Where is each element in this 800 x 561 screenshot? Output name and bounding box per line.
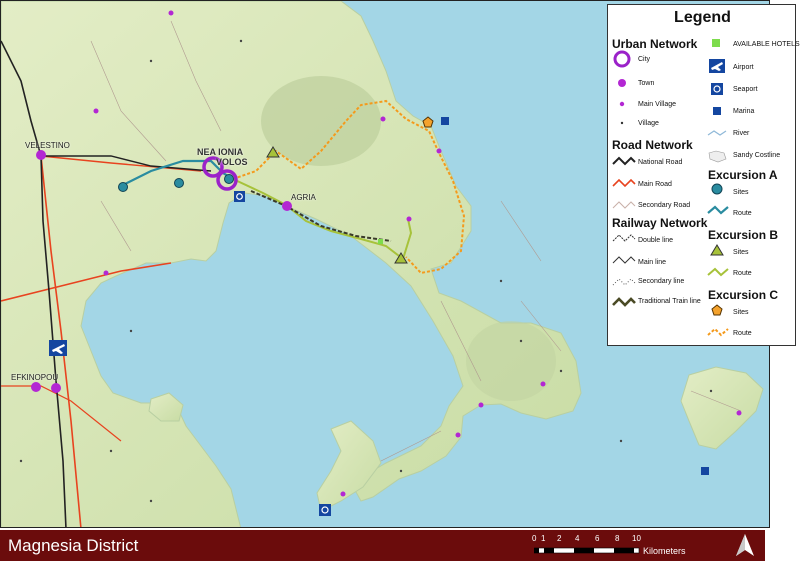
scale-tick: 6: [595, 534, 600, 543]
legend-item-main-village: Main Village: [638, 101, 677, 108]
label-agria: AGRIA: [291, 193, 316, 202]
urban-legend-icons: [613, 50, 631, 125]
town-marker: [282, 201, 292, 211]
legend-item-sandy-costline: Sandy Costline: [733, 152, 781, 159]
scale-bar: 0 1 2 4 6 8 10 Kilometers: [530, 534, 690, 558]
legend-item-main-road: Main Road: [638, 181, 672, 188]
scale-tick: 1: [541, 534, 546, 543]
legend-excursion-c: Excursion C: [708, 288, 779, 302]
excursion-c-icons: [707, 304, 729, 337]
island-east: [680, 366, 764, 450]
scale-tick: 10: [632, 534, 641, 543]
legend-title: Legend: [674, 9, 731, 26]
legend-item-river: River: [733, 130, 750, 137]
town-marker: [51, 383, 61, 393]
legend-item-excursion-c-sites: Sites: [733, 309, 749, 316]
legend-item-marina: Marina: [733, 108, 755, 115]
label-efkinopou: EFKINOPOU: [11, 373, 59, 382]
legend-item-excursion-a-route: Route: [733, 210, 752, 217]
legend-item-town: Town: [638, 80, 655, 87]
town-marker: [31, 382, 41, 392]
scale-bar-graphic: [534, 547, 640, 554]
legend-excursion-a: Excursion A: [708, 168, 778, 182]
site-a-marker: [118, 182, 128, 192]
footer-bar: Magnesia District 0 1 2 4 6 8 10 Kilomet…: [0, 530, 765, 561]
legend-item-excursion-b-route: Route: [733, 270, 752, 277]
scale-unit: Kilometers: [643, 546, 686, 556]
railway-legend-icons: [612, 234, 636, 307]
map-title: Magnesia District: [8, 536, 139, 555]
scale-tick: 4: [575, 534, 580, 543]
scale-tick: 0: [532, 534, 537, 543]
legend-item-village: Village: [638, 120, 659, 127]
site-c-marker: [422, 116, 434, 128]
misc-legend-icons: [707, 39, 727, 163]
label-velestino: VELESTINO: [25, 141, 70, 150]
legend-item-secondary-road: Secondary Road: [638, 202, 691, 209]
site-a-marker: [224, 174, 234, 184]
seaport-icon: [234, 191, 245, 202]
legend-item-excursion-c-route: Route: [733, 330, 752, 337]
legend-item-airport: Airport: [733, 64, 754, 71]
mountain-shade-south: [466, 321, 556, 401]
marina-icon: [441, 117, 449, 125]
legend-item-traditional-train-line: Traditional Train line: [638, 298, 701, 305]
legend-item-available-hotels: AVAILABLE HOTELS: [733, 41, 800, 48]
legend-item-excursion-b-sites: Sites: [733, 249, 749, 256]
legend-item-seaport: Seaport: [733, 86, 758, 93]
map-frame: NEA IONIA VOLOS VELESTINO EFKINOPOU AGRI…: [0, 0, 800, 561]
label-nea-ionia: NEA IONIA: [197, 147, 244, 157]
road-legend-icons: [612, 156, 636, 209]
legend-item-national-road: National Road: [638, 159, 683, 166]
legend-item-secondary-line: Secondary line: [638, 278, 685, 285]
seaport-icon: [319, 504, 331, 516]
legend-excursion-b: Excursion B: [708, 228, 779, 242]
label-volos: VOLOS: [216, 157, 248, 167]
legend-item-excursion-a-sites: Sites: [733, 189, 749, 196]
site-a-marker: [174, 178, 184, 188]
mainland: [1, 1, 582, 527]
legend-item-main-line: Main line: [638, 259, 667, 266]
town-marker: [36, 150, 46, 160]
scale-tick: 8: [615, 534, 620, 543]
excursion-a-icons: [707, 183, 729, 215]
hotel-marker: [378, 239, 383, 244]
marina-icon: [701, 467, 709, 475]
legend-item-city: City: [638, 56, 651, 63]
scale-tick: 2: [557, 534, 562, 543]
legend-panel: Legend Urban Network City Town Main Vill…: [607, 4, 800, 346]
north-arrow-icon: [732, 532, 758, 558]
excursion-b-icons: [707, 244, 729, 277]
legend-item-double-line: Double line: [638, 237, 674, 244]
